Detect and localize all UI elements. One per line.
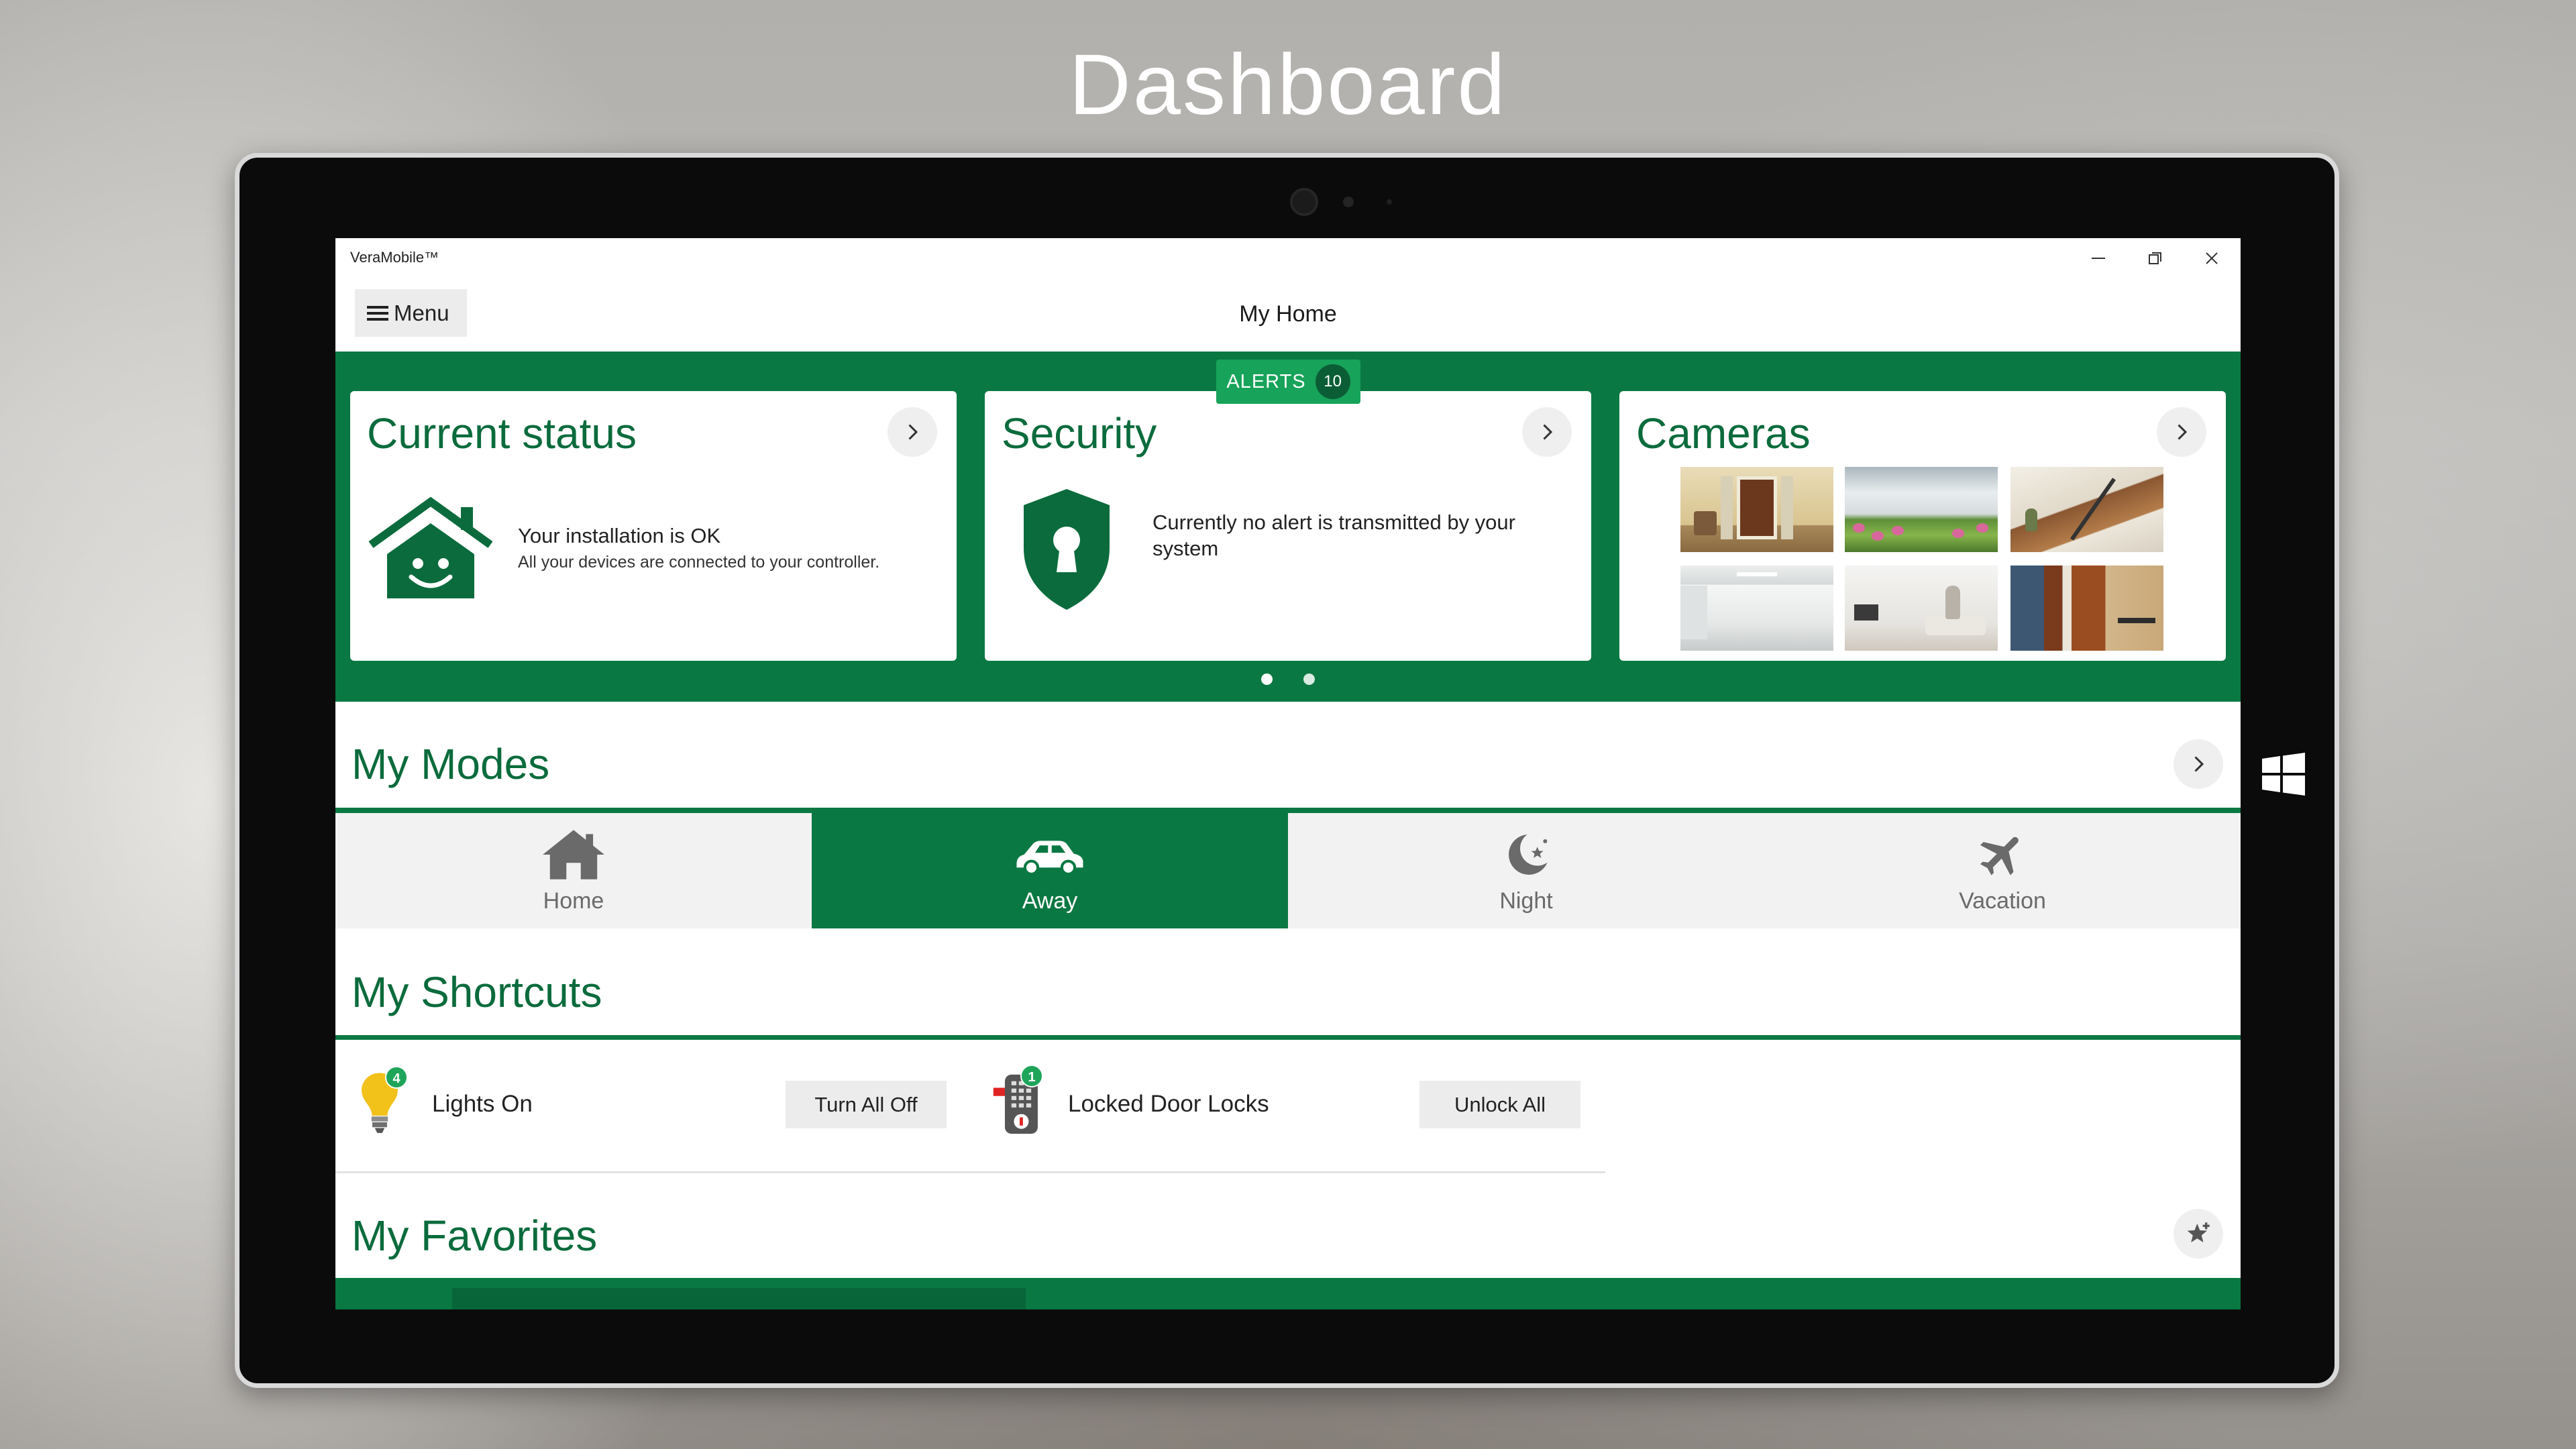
modes-open-button[interactable] (2174, 739, 2223, 789)
mode-label: Vacation (1959, 888, 2046, 914)
turn-all-off-button[interactable]: Turn All Off (786, 1081, 947, 1128)
carousel-dot[interactable] (1303, 674, 1315, 685)
camera-thumbnail-1[interactable] (1680, 467, 1833, 552)
mode-away[interactable]: Away (812, 813, 1288, 928)
favorite-tile[interactable] (452, 1288, 1026, 1309)
card-title: Current status (367, 409, 637, 458)
unlock-all-button[interactable]: Unlock All (1419, 1081, 1580, 1128)
shield-keyhole-icon (1024, 489, 1110, 610)
cameras-open-button[interactable] (2157, 407, 2206, 457)
windows-logo-icon[interactable] (2262, 753, 2305, 796)
mode-label: Home (543, 888, 604, 914)
minimize-button[interactable] (2070, 238, 2127, 278)
shortcuts-title: My Shortcuts (352, 968, 602, 1016)
shortcut-label: Locked Door Locks (1068, 1091, 1269, 1117)
status-headline: Your installation is OK (518, 524, 721, 547)
restore-button[interactable] (2127, 238, 2184, 278)
close-icon (2206, 252, 2218, 264)
chevron-right-icon (1543, 424, 1553, 440)
mode-vacation[interactable]: Vacation (1764, 813, 2241, 928)
shortcuts-divider (335, 1171, 1605, 1173)
chevron-right-icon (2178, 424, 2188, 440)
current-status-open-button[interactable] (888, 407, 937, 457)
close-button[interactable] (2184, 238, 2240, 278)
chevron-right-icon (908, 424, 918, 440)
mode-night[interactable]: Night (1288, 813, 1764, 928)
camera-lens (1290, 188, 1318, 216)
chevron-right-icon (2194, 756, 2204, 772)
alerts-label: ALERTS (1226, 370, 1306, 392)
camera-thumbnail-3[interactable] (2010, 467, 2163, 552)
current-status-card[interactable]: Current status Your installation is OK A… (350, 391, 957, 661)
locks-count-badge: 1 (1020, 1065, 1043, 1087)
shortcut-label: Lights On (432, 1091, 533, 1117)
moon-icon (1509, 835, 1548, 875)
mode-home[interactable]: Home (335, 813, 812, 928)
app-window: VeraMobile™ Menu My Home ALERTS 10 Curre… (335, 238, 2241, 1309)
cameras-card[interactable]: Cameras (1619, 391, 2226, 661)
sensor-dot (1387, 199, 1392, 205)
security-open-button[interactable] (1522, 407, 1572, 457)
app-title: VeraMobile™ (350, 249, 439, 266)
section-divider (335, 1035, 2241, 1040)
camera-thumbnail-6[interactable] (2010, 566, 2163, 651)
smiling-house-icon (368, 496, 493, 598)
car-icon (1016, 841, 1083, 875)
alerts-badge[interactable]: ALERTS 10 (1216, 360, 1360, 404)
favorites-title: My Favorites (352, 1212, 598, 1260)
security-message: Currently no alert is transmitted by you… (1152, 511, 1515, 560)
alerts-count: 10 (1315, 364, 1350, 399)
camera-thumbnail-5[interactable] (1845, 566, 1998, 651)
header-title: My Home (1239, 301, 1337, 327)
home-icon (543, 830, 604, 879)
page-title: Dashboard (1069, 37, 1507, 133)
card-title: Security (1002, 409, 1157, 458)
mode-label: Away (1022, 888, 1078, 914)
security-card[interactable]: Security Currently no alert is transmitt… (985, 391, 1591, 661)
restore-icon (2149, 252, 2161, 264)
airplane-icon (1980, 837, 2019, 875)
modes-title: My Modes (352, 740, 550, 788)
minimize-icon (2092, 258, 2105, 259)
camera-thumbnail-2[interactable] (1845, 467, 1998, 552)
add-favorite-button[interactable] (2174, 1209, 2223, 1258)
mode-label: Night (1499, 888, 1553, 914)
add-favorite-star-icon (2187, 1222, 2210, 1242)
status-detail: All your devices are connected to your c… (518, 553, 880, 572)
card-title: Cameras (1636, 409, 1811, 458)
sensor-dot (1343, 197, 1354, 207)
section-divider (335, 808, 2241, 813)
carousel-dot[interactable] (1261, 674, 1273, 685)
lights-count-badge: 4 (385, 1066, 408, 1089)
camera-thumbnail-4[interactable] (1680, 566, 1833, 651)
